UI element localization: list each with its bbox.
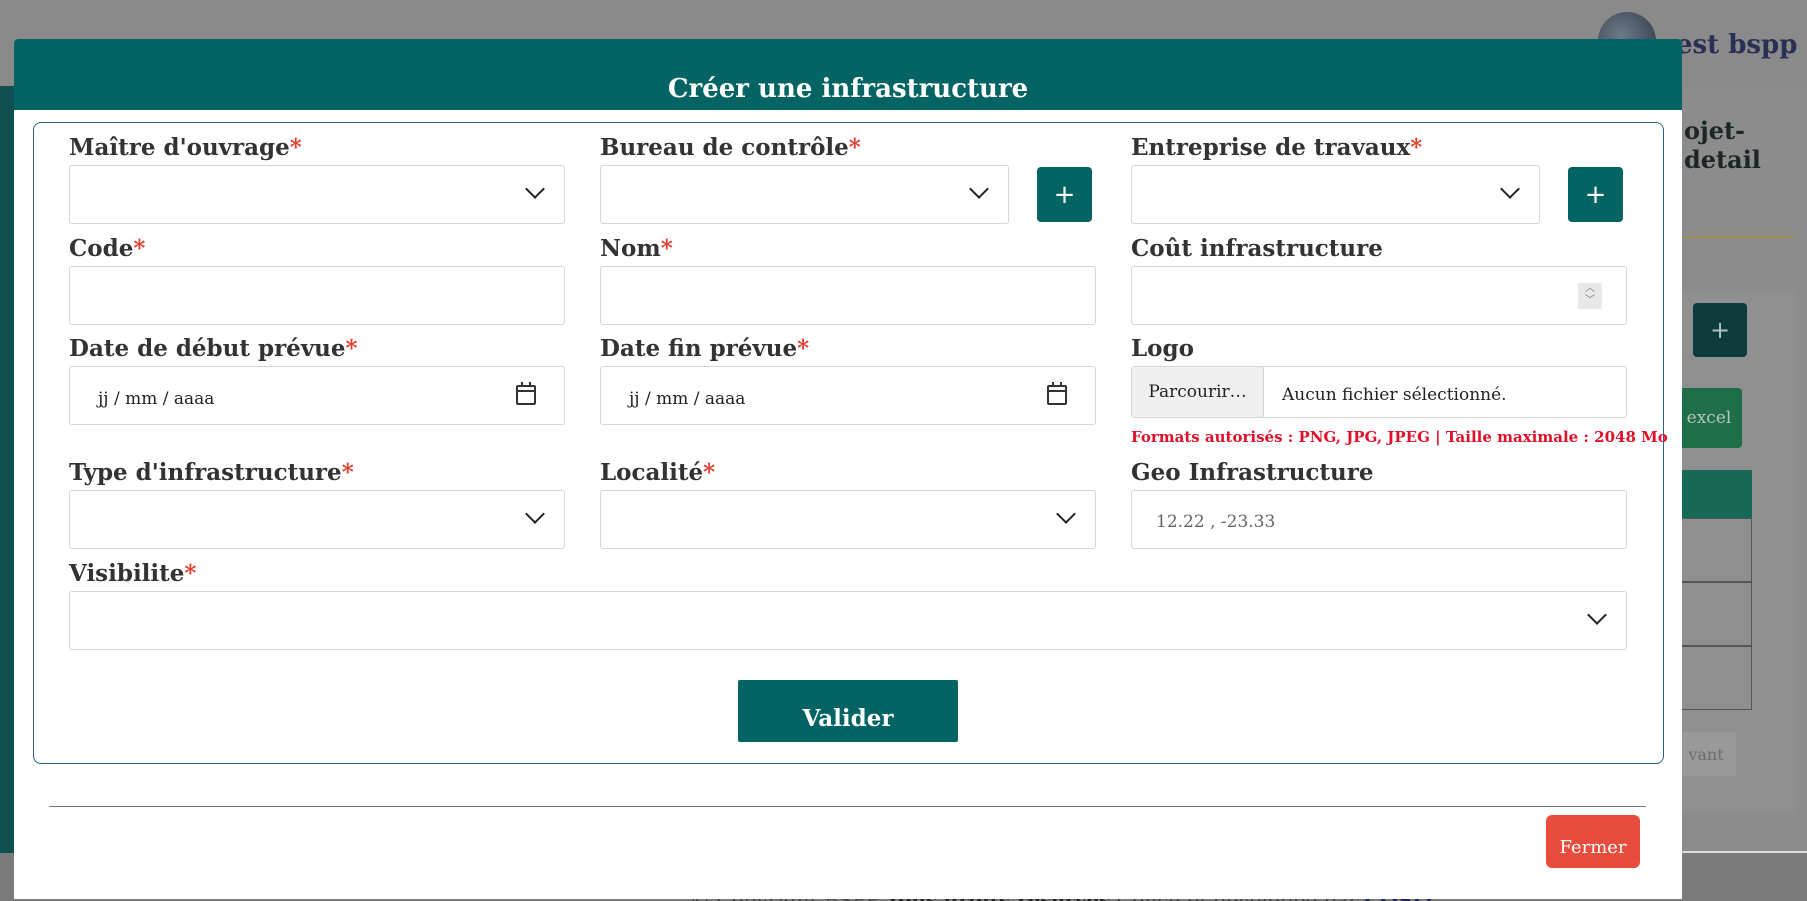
code-input[interactable] xyxy=(69,266,565,325)
browse-button[interactable]: Parcourir… xyxy=(1132,367,1264,417)
title-underline xyxy=(1684,236,1794,238)
chevron-down-icon xyxy=(1587,605,1607,625)
bureau-controle-select[interactable] xyxy=(600,165,1009,224)
visibilite-label: Visibilite* xyxy=(69,560,197,587)
nom-input[interactable] xyxy=(600,266,1096,325)
calendar-icon[interactable] xyxy=(516,382,536,405)
calendar-icon[interactable] xyxy=(1047,382,1067,405)
date-fin-placeholder: jj / mm / aaaa xyxy=(629,389,746,409)
date-fin-label: Date fin prévue* xyxy=(600,335,810,362)
localite-select[interactable] xyxy=(600,490,1096,549)
date-debut-input[interactable]: jj / mm / aaaa xyxy=(69,366,565,425)
logo-label: Logo xyxy=(1131,335,1194,362)
type-infrastructure-select[interactable] xyxy=(69,490,565,549)
submit-button[interactable]: Valider xyxy=(738,680,958,742)
logo-format-hint: Formats autorisés : PNG, JPG, JPEG | Tai… xyxy=(1131,428,1668,446)
number-spinner-icon[interactable]: ︿ ﹀ xyxy=(1578,283,1602,309)
table-row xyxy=(1676,582,1752,646)
table-row xyxy=(1676,518,1752,582)
logo-file-input[interactable]: Parcourir… Aucun fichier sélectionné. xyxy=(1131,366,1627,418)
code-label: Code* xyxy=(69,235,146,262)
close-button[interactable]: Fermer xyxy=(1546,815,1640,868)
export-excel-button[interactable]: excel xyxy=(1676,388,1742,448)
geo-placeholder: 12.22 , -23.33 xyxy=(1156,512,1276,532)
entreprise-travaux-label: Entreprise de travaux* xyxy=(1131,134,1423,161)
chevron-down-icon xyxy=(969,179,989,199)
footer-divider xyxy=(49,806,1646,807)
maitre-ouvrage-label: Maître d'ouvrage* xyxy=(69,134,302,161)
file-status: Aucun fichier sélectionné. xyxy=(1282,385,1507,405)
modal-header: Créer une infrastructure xyxy=(14,39,1682,110)
add-entreprise-travaux-button[interactable]: + xyxy=(1568,167,1623,222)
geo-infrastructure-input[interactable]: 12.22 , -23.33 xyxy=(1131,490,1627,549)
form-card: Maître d'ouvrage* Bureau de contrôle* + … xyxy=(33,122,1668,764)
user-name[interactable]: est bspp xyxy=(1676,30,1797,60)
bureau-controle-label: Bureau de contrôle* xyxy=(600,134,861,161)
sidebar xyxy=(0,86,14,901)
add-button[interactable]: + xyxy=(1693,303,1747,357)
table-row xyxy=(1676,646,1752,710)
localite-label: Localité* xyxy=(600,459,716,486)
geo-infrastructure-label: Geo Infrastructure xyxy=(1131,459,1374,486)
type-infrastructure-label: Type d'infrastructure* xyxy=(69,459,354,486)
chevron-down-icon xyxy=(1056,504,1076,524)
entreprise-travaux-select[interactable] xyxy=(1131,165,1540,224)
date-debut-label: Date de début prévue* xyxy=(69,335,358,362)
add-bureau-controle-button[interactable]: + xyxy=(1037,167,1092,222)
visibilite-select[interactable] xyxy=(69,591,1627,650)
chevron-down-icon xyxy=(525,504,545,524)
pagination-next-button[interactable]: vant xyxy=(1676,732,1736,776)
cout-infrastructure-input[interactable]: ︿ ﹀ xyxy=(1131,266,1627,325)
page-title: ojet-detail xyxy=(1684,116,1761,174)
cout-infrastructure-label: Coût infrastructure xyxy=(1131,235,1383,262)
nom-label: Nom* xyxy=(600,235,673,262)
maitre-ouvrage-select[interactable] xyxy=(69,165,565,224)
date-debut-placeholder: jj / mm / aaaa xyxy=(98,389,215,409)
table-header xyxy=(1676,470,1752,518)
chevron-down-icon xyxy=(1500,179,1520,199)
chevron-down-icon xyxy=(525,179,545,199)
create-infrastructure-modal: Créer une infrastructure Maître d'ouvrag… xyxy=(14,39,1682,899)
date-fin-input[interactable]: jj / mm / aaaa xyxy=(600,366,1096,425)
modal-title: Créer une infrastructure xyxy=(667,74,1029,104)
